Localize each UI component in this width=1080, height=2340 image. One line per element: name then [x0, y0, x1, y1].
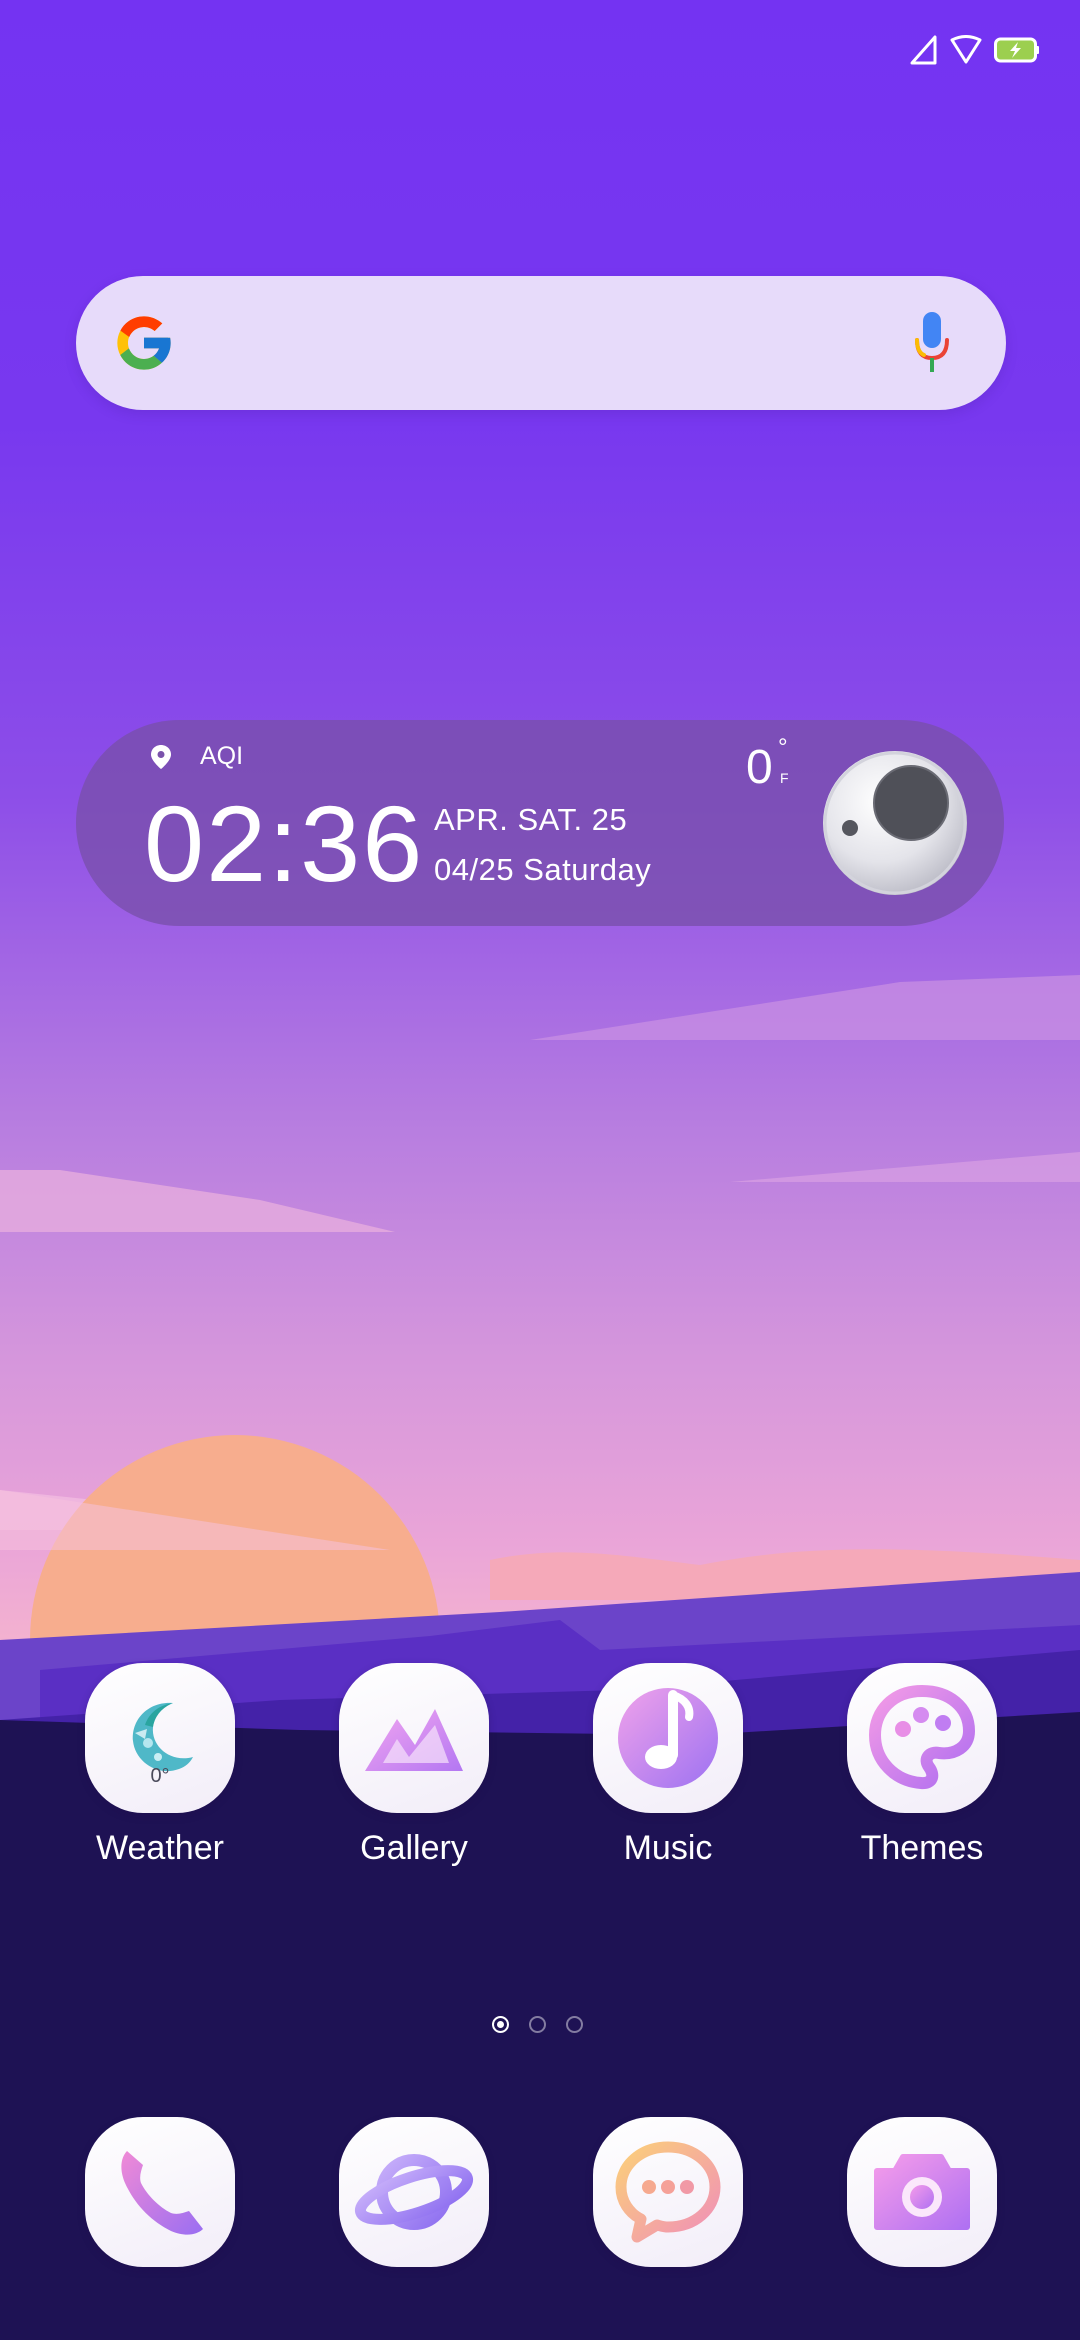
music-app-tile[interactable]: [593, 1663, 743, 1813]
search-bar[interactable]: [76, 276, 1006, 410]
aqi-row: AQI: [150, 742, 243, 771]
temperature-unit: F: [780, 770, 789, 786]
dock-phone[interactable]: [80, 2117, 240, 2267]
cloud: [530, 975, 1080, 1040]
app-label: Themes: [860, 1829, 984, 1867]
date-short: APR. SAT. 25: [434, 802, 628, 837]
app-label: Gallery: [360, 1829, 468, 1867]
clock-time[interactable]: 02:36: [144, 790, 424, 898]
weather-knob-icon[interactable]: [820, 748, 970, 898]
degree-symbol: °: [778, 734, 788, 761]
weather-moon-icon: [132, 1702, 193, 1772]
dock-camera[interactable]: [842, 2117, 1002, 2267]
app-label: Music: [623, 1829, 713, 1867]
dock-messages[interactable]: [588, 2117, 748, 2267]
page-indicator[interactable]: [492, 2016, 583, 2033]
temperature-value: 0: [746, 741, 773, 794]
mic-icon[interactable]: [910, 308, 954, 378]
temperature: 0 ° F: [746, 734, 789, 795]
palette-icon: [868, 1684, 976, 1790]
messages-icon: [615, 2141, 721, 2243]
camera-app-tile[interactable]: [847, 2117, 997, 2267]
gallery-app-tile[interactable]: [339, 1663, 489, 1813]
dock-browser[interactable]: [334, 2117, 494, 2267]
page-dot-active[interactable]: [492, 2016, 509, 2033]
wifi-icon: [950, 35, 982, 64]
cloud: [730, 1152, 1080, 1182]
status-bar: [910, 28, 1040, 72]
page-dot[interactable]: [566, 2016, 583, 2033]
cloud: [0, 1170, 395, 1232]
weather-temp-badge: 0°: [150, 1765, 170, 1787]
themes-app-tile[interactable]: [847, 1663, 997, 1813]
phone-app-tile[interactable]: [85, 2117, 235, 2267]
gallery-mountain-icon: [365, 1709, 463, 1771]
app-themes[interactable]: Themes: [842, 1663, 1002, 1868]
camera-icon: [874, 2154, 970, 2230]
signal-icon: [910, 35, 937, 65]
app-weather[interactable]: 0° Weather: [80, 1663, 240, 1868]
location-pin-icon: [151, 744, 171, 769]
weather-app-tile[interactable]: 0°: [85, 1663, 235, 1813]
browser-planet-icon: [354, 2154, 474, 2230]
date-long: 04/25 Saturday: [434, 852, 652, 887]
google-g-icon: [117, 316, 171, 370]
aqi-label: AQI: [200, 742, 244, 770]
phone-icon: [121, 2151, 203, 2235]
app-label: Weather: [96, 1829, 224, 1867]
app-music[interactable]: Music: [588, 1663, 748, 1868]
music-note-icon: [618, 1688, 718, 1788]
page-dot[interactable]: [529, 2016, 546, 2033]
battery-charging-icon: [994, 37, 1039, 63]
clock-weather-widget[interactable]: AQI 02:36 APR. SAT. 25 04/25 Saturday 0 …: [76, 720, 1004, 926]
messages-app-tile[interactable]: [593, 2117, 743, 2267]
app-gallery[interactable]: Gallery: [334, 1663, 494, 1868]
browser-app-tile[interactable]: [339, 2117, 489, 2267]
